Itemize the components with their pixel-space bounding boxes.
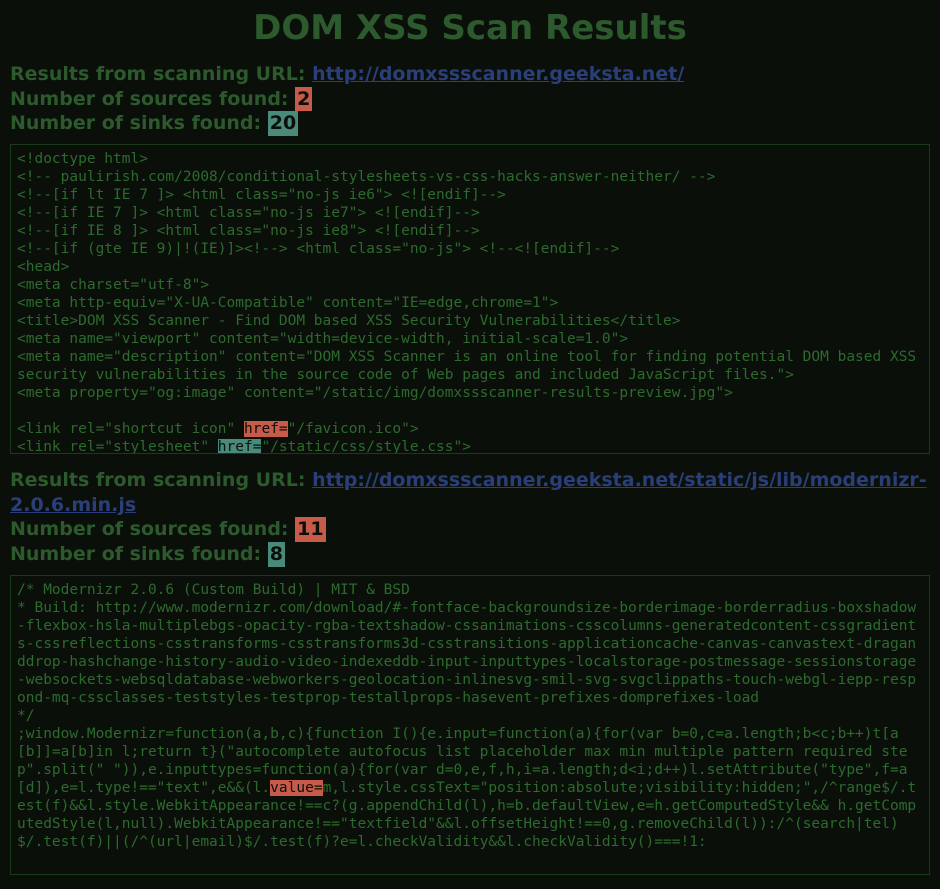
sinks-count: 8 <box>268 542 285 567</box>
page-title: DOM XSS Scan Results <box>10 8 930 48</box>
sinks-line: Number of sinks found: 8 <box>10 542 930 567</box>
sinks-line: Number of sinks found: 20 <box>10 111 930 136</box>
sources-count: 11 <box>295 517 325 542</box>
scan-url-line: Results from scanning URL: http://domxss… <box>10 62 930 87</box>
sources-label: Number of sources found: <box>10 88 295 110</box>
scan-url-label: Results from scanning URL: <box>10 63 312 85</box>
sources-label: Number of sources found: <box>10 518 295 540</box>
scan-url-link[interactable]: http://domxssscanner.geeksta.net/ <box>312 63 684 85</box>
scan-url-label: Results from scanning URL: <box>10 469 312 491</box>
sinks-label: Number of sinks found: <box>10 112 268 134</box>
sources-line: Number of sources found: 11 <box>10 517 930 542</box>
sinks-count: 20 <box>268 111 298 136</box>
sinks-label: Number of sinks found: <box>10 543 268 565</box>
sources-count: 2 <box>295 87 312 112</box>
code-block: /* Modernizr 2.0.6 (Custom Build) | MIT … <box>10 575 930 875</box>
scan-url-line: Results from scanning URL: http://domxss… <box>10 468 930 517</box>
code-block: <!doctype html> <!-- paulirish.com/2008/… <box>10 144 930 454</box>
sources-line: Number of sources found: 2 <box>10 87 930 112</box>
